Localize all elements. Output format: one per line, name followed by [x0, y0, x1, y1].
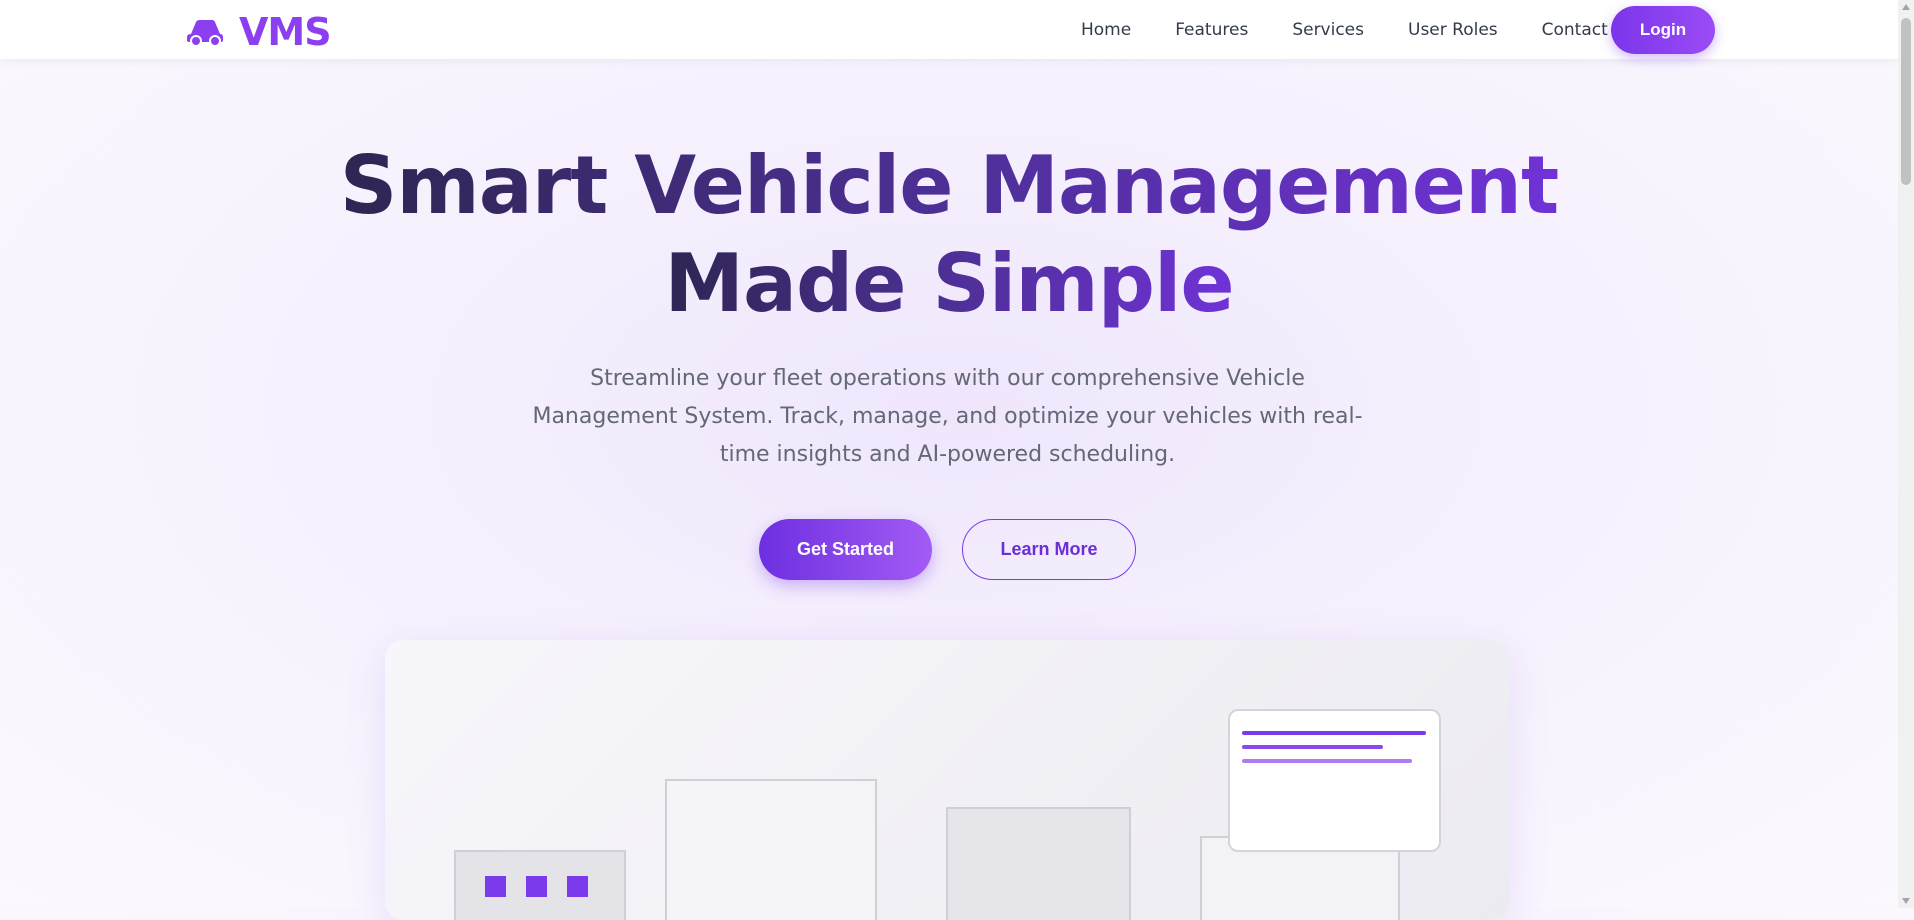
dashboard-card — [1228, 709, 1441, 852]
login-button[interactable]: Login — [1611, 6, 1715, 54]
building-tall — [665, 779, 877, 920]
learn-more-button[interactable]: Learn More — [962, 519, 1136, 580]
brand-logo[interactable]: VMS — [185, 10, 332, 54]
nav-services[interactable]: Services — [1292, 20, 1364, 40]
scroll-down-arrow-icon[interactable] — [1902, 898, 1910, 904]
nav-links: Home Features Services User Roles Contac… — [1081, 20, 1608, 40]
window-square — [526, 876, 547, 897]
building-mid — [946, 807, 1131, 920]
hero-subtitle: Streamline your fleet operations with ou… — [532, 366, 1363, 467]
hero-illustration — [385, 640, 1510, 920]
top-navbar: VMS Home Features Services User Roles Co… — [0, 0, 1898, 59]
hero-title: Smart Vehicle Management Made Simple — [0, 137, 1898, 333]
page-scrollbar[interactable] — [1898, 0, 1914, 908]
card-line — [1242, 745, 1383, 749]
card-line — [1242, 731, 1426, 735]
nav-user-roles[interactable]: User Roles — [1408, 20, 1498, 40]
scrollbar-thumb[interactable] — [1901, 18, 1911, 185]
hero-title-line2: Made Simple — [664, 237, 1234, 330]
hero-title-line1: Smart Vehicle Management — [339, 139, 1559, 232]
get-started-button[interactable]: Get Started — [759, 519, 932, 580]
building-left — [454, 850, 626, 920]
nav-home[interactable]: Home — [1081, 20, 1131, 40]
window-square — [485, 876, 506, 897]
scroll-up-arrow-icon[interactable] — [1902, 4, 1910, 10]
nav-features[interactable]: Features — [1175, 20, 1248, 40]
brand-name: VMS — [239, 10, 332, 54]
car-icon — [185, 14, 225, 50]
window-square — [567, 876, 588, 897]
nav-contact[interactable]: Contact — [1542, 20, 1608, 40]
card-line — [1242, 759, 1412, 763]
